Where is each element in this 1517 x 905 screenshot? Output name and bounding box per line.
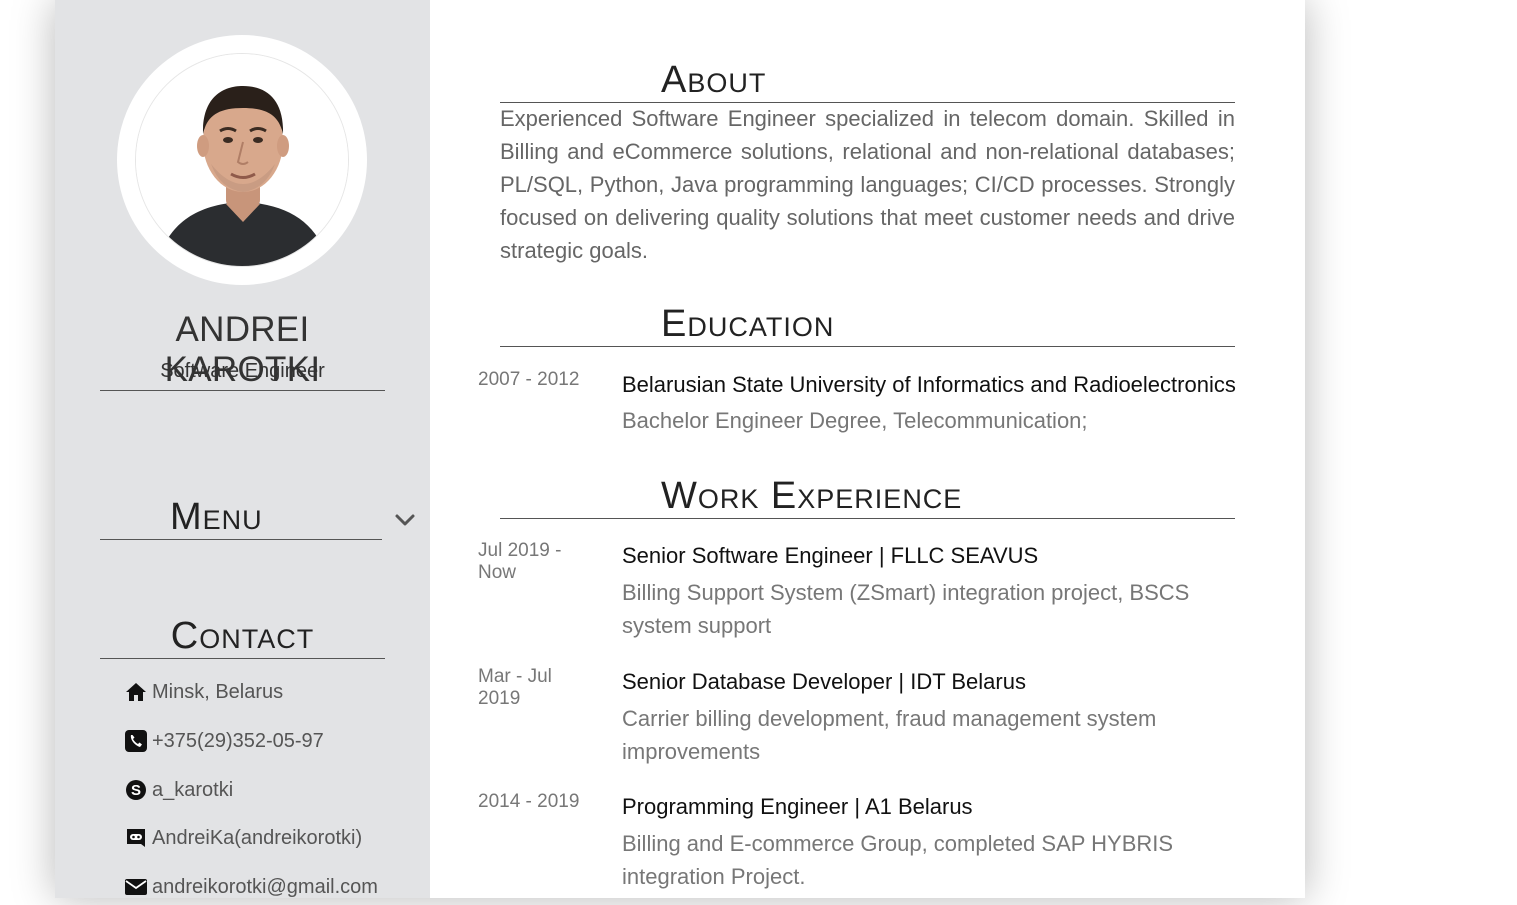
work-heading: Work Experience <box>500 474 1235 519</box>
education-desc: Bachelor Engineer Degree, Telecommunicat… <box>622 408 1088 433</box>
contact-discord[interactable]: AndreiKa(andreikorotki) <box>124 825 362 851</box>
education-title: Belarusian State University of Informati… <box>622 372 1236 397</box>
profile-role: Software Engineer <box>160 360 325 382</box>
work-date: Jul 2019 - Now <box>478 540 562 583</box>
menu-heading[interactable]: Menu <box>100 495 382 540</box>
work-desc: Billing Support System (ZSmart) integrat… <box>622 580 1190 638</box>
contact-location: Minsk, Belarus <box>124 679 283 705</box>
work-desc: Carrier billing development, fraud manag… <box>622 706 1157 764</box>
discord-icon <box>124 826 148 850</box>
contact-phone[interactable]: +375(29)352-05-97 <box>124 728 324 754</box>
work-date: Mar - Jul 2019 <box>478 666 552 709</box>
work-desc: Billing and E-commerce Group, completed … <box>622 831 1174 889</box>
contact-email[interactable]: andreikorotki@gmail.com <box>124 874 378 900</box>
profile-photo <box>135 53 349 267</box>
education-date: 2007 - 2012 <box>478 369 580 390</box>
education-heading: Education <box>500 302 1235 347</box>
contact-email-text: andreikorotki@gmail.com <box>152 875 378 898</box>
work-title: Senior Database Developer | IDT Belarus <box>622 669 1026 694</box>
skype-icon: S <box>124 778 148 802</box>
work-title: Programming Engineer | A1 Belarus <box>622 794 973 819</box>
work-title: Senior Software Engineer | FLLC SEAVUS <box>622 543 1039 568</box>
home-icon <box>124 680 148 704</box>
contact-phone-text: +375(29)352-05-97 <box>152 729 324 752</box>
contact-heading: Contact <box>100 614 385 659</box>
mail-icon <box>124 875 148 899</box>
about-heading: About <box>500 58 1235 103</box>
svg-text:S: S <box>131 782 141 799</box>
about-text: Experienced Software Engineer specialize… <box>500 106 1235 263</box>
resume-page: ANDREI KAROTKI Software Engineer Menu Co… <box>55 0 1305 898</box>
phone-icon <box>124 729 148 753</box>
contact-skype[interactable]: S a_karotki <box>124 777 233 803</box>
profile-photo-frame <box>117 35 367 285</box>
work-date: 2014 - 2019 <box>478 791 580 812</box>
contact-location-text: Minsk, Belarus <box>152 680 284 703</box>
chevron-down-icon[interactable] <box>394 510 416 530</box>
contact-discord-text: AndreiKa(andreikorotki) <box>152 826 363 849</box>
sidebar: ANDREI KAROTKI Software Engineer Menu Co… <box>55 0 430 898</box>
contact-skype-text: a_karotki <box>152 778 234 801</box>
